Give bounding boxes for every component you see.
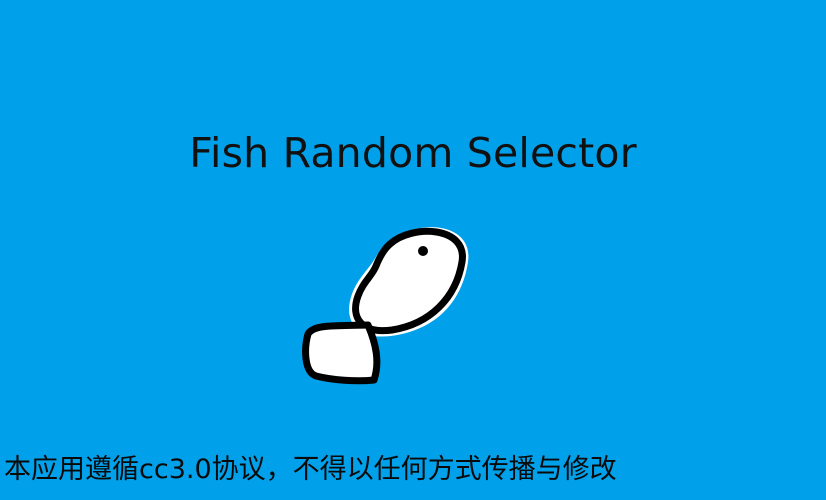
fish-icon: [302, 227, 469, 385]
app-title: Fish Random Selector: [189, 129, 637, 178]
license-notice: 本应用遵循cc3.0协议，不得以任何方式传播与修改: [4, 454, 617, 485]
